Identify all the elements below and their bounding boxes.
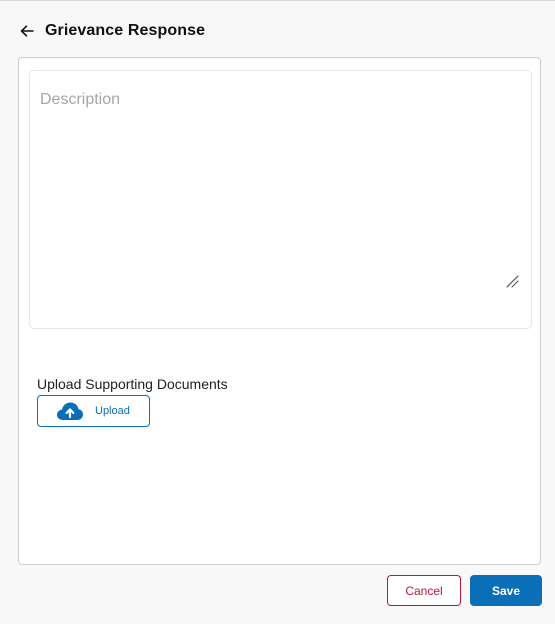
form-panel: Upload Supporting Documents Upload [18, 57, 541, 565]
cloud-upload-icon [55, 400, 85, 422]
arrow-left-icon [20, 25, 34, 37]
resize-handle-icon[interactable] [505, 274, 519, 288]
upload-button[interactable]: Upload [37, 395, 150, 427]
page-title: Grievance Response [45, 22, 206, 39]
grievance-response-page: Grievance Response Upload Supporting Doc… [0, 0, 555, 624]
back-button[interactable] [17, 21, 37, 41]
cancel-button[interactable]: Cancel [387, 575, 461, 606]
description-input[interactable] [30, 71, 531, 328]
upload-documents-label: Upload Supporting Documents [37, 376, 228, 392]
page-header: Grievance Response [17, 19, 205, 43]
upload-button-label: Upload [95, 405, 130, 417]
description-field [29, 70, 532, 329]
save-button[interactable]: Save [470, 575, 542, 606]
